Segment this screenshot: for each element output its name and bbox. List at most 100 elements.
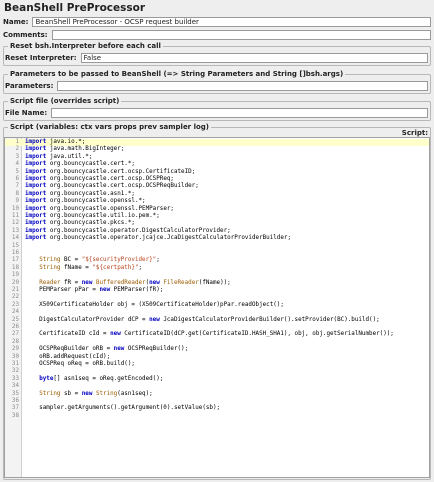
comments-field[interactable]: [51, 30, 431, 40]
file-name-field[interactable]: [51, 108, 428, 118]
reset-interpreter-label: Reset Interpreter:: [5, 54, 77, 62]
code-line[interactable]: 30 oRB.addRequest(cId);: [5, 354, 429, 361]
code-line[interactable]: 35 String sb = new String(asn1seq);: [5, 391, 429, 398]
code-line[interactable]: 4 import org.bouncycastle.cert.*;: [5, 161, 429, 168]
code-text: import org.bouncycastle.cert.ocsp.OCSPRe…: [25, 183, 199, 190]
code-line[interactable]: 24: [5, 309, 429, 316]
code-line[interactable]: 19: [5, 272, 429, 279]
code-line[interactable]: 38: [5, 413, 429, 420]
code-line[interactable]: 5 import org.bouncycastle.cert.ocsp.Certi…: [5, 169, 429, 176]
line-number: 12: [11, 220, 19, 227]
code-line[interactable]: 3 import java.util.*;: [5, 154, 429, 161]
reset-interpreter-legend: Reset bsh.Interpreter before each call: [8, 42, 163, 51]
window-title: BeanShell PreProcessor: [4, 2, 146, 14]
line-number: 28: [11, 338, 19, 345]
line-number: 38: [11, 412, 19, 419]
line-number: 29: [11, 346, 19, 353]
line-number: 4: [15, 161, 19, 168]
code-line[interactable]: 13 import org.bouncycastle.operator.Diges…: [5, 228, 429, 235]
code-text: String BC = "${securityProvider}";: [39, 257, 160, 264]
code-line[interactable]: 34: [5, 383, 429, 390]
line-number: 14: [11, 235, 19, 242]
line-number: 35: [11, 390, 19, 397]
line-number: 33: [11, 375, 19, 382]
comments-row: Comments:: [3, 30, 431, 40]
code-line[interactable]: 1 import java.io.*;: [5, 139, 429, 147]
line-number: 36: [11, 398, 19, 404]
line-number: 21: [11, 287, 19, 293]
code-line[interactable]: 14 import org.bouncycastle.operator.jcajc…: [5, 235, 429, 242]
code-line[interactable]: 36: [5, 398, 429, 405]
code-line[interactable]: 8 import org.bouncycastle.asn1.*;: [5, 191, 429, 198]
line-number: 23: [11, 301, 19, 308]
code-text: import java.io.*;: [25, 139, 86, 145]
code-line[interactable]: 17 String BC = "${securityProvider}";: [5, 257, 429, 264]
code-line[interactable]: 10 import org.bouncycastle.openssl.PEMPar…: [5, 206, 429, 213]
code-line[interactable]: 18 String fName = "${certpath}";: [5, 265, 429, 272]
code-line[interactable]: 33 byte[] asn1seq = oReq.getEncoded();: [5, 376, 429, 383]
code-text: OCSPReqBuilder oRB = new OCSPReqBuilder(…: [25, 346, 189, 353]
line-number: 32: [11, 368, 19, 375]
code-text: String fName = "${certpath}";: [39, 264, 143, 271]
name-field[interactable]: BeanShell PreProcessor - OCSP request bu…: [32, 17, 431, 27]
code-line[interactable]: 21 PEMParser pPar = new PEMParser(fR);: [5, 287, 429, 294]
code-line[interactable]: 22: [5, 294, 429, 301]
code-text: String sb = new String(asn1seq);: [39, 390, 153, 397]
code-line[interactable]: 31 OCSPReq oReq = oRB.build();: [5, 361, 429, 368]
code-line[interactable]: 28: [5, 339, 429, 346]
line-number: 25: [11, 316, 19, 323]
line-number: 2: [15, 146, 19, 153]
reset-interpreter-field[interactable]: False: [80, 53, 428, 63]
code-text: OCSPReq oReq = oRB.build();: [25, 361, 135, 367]
code-line[interactable]: 20 Reader fR = new BufferedReader(new Fi…: [5, 280, 429, 287]
code-text: import org.bouncycastle.pkcs.*;: [25, 220, 135, 227]
code-text: CertificateID cId = new CertificateID(dC…: [25, 331, 394, 338]
line-number: 1: [15, 139, 19, 145]
line-number: 31: [11, 361, 19, 367]
code-line[interactable]: 23 X509CertificateHolder obj = (X509Cert…: [5, 302, 429, 309]
code-line[interactable]: 12 import org.bouncycastle.pkcs.*;: [5, 220, 429, 227]
script-file-group: Script file (overrides script) File Name…: [3, 97, 431, 121]
line-number: 11: [11, 213, 19, 219]
code-line[interactable]: 26: [5, 324, 429, 331]
line-number: 5: [15, 168, 19, 175]
parameters-label: Parameters:: [5, 82, 54, 90]
code-line[interactable]: 15: [5, 243, 429, 250]
comments-label: Comments:: [3, 31, 48, 39]
code-text: import org.bouncycastle.cert.ocsp.OCSPRe…: [25, 176, 174, 182]
code-line[interactable]: 6 import org.bouncycastle.cert.ocsp.OCSPR…: [5, 176, 429, 183]
code-line[interactable]: 27 CertificateID cId = new CertificateID…: [5, 331, 429, 338]
line-number: 18: [11, 264, 19, 271]
code-line[interactable]: 16: [5, 250, 429, 257]
script-editor[interactable]: 1 import java.io.*; 2 import java.math.BigI…: [4, 137, 430, 478]
code-line[interactable]: 32: [5, 368, 429, 375]
code-text: Reader fR = new BufferedReader(new FileR…: [39, 279, 231, 286]
line-number: 17: [11, 257, 19, 264]
line-number: 3: [15, 153, 19, 160]
code-line[interactable]: 25 DigestCalculatorProvider dCP = new Jc…: [5, 317, 429, 324]
code-text: import org.bouncycastle.cert.*;: [25, 161, 135, 168]
line-number: 20: [11, 279, 19, 286]
code-text: X509CertificateHolder obj = (X509Certifi…: [25, 301, 284, 308]
code-line[interactable]: 37 sampler.getArguments().getArgument(0)…: [5, 405, 429, 412]
code-text: sampler.getArguments().getArgument(0).se…: [25, 405, 221, 412]
code-line[interactable]: 9 import org.bouncycastle.openssl.*;: [5, 198, 429, 205]
parameters-group: Parameters to be passed to BeanShell (=>…: [3, 70, 431, 94]
code-line[interactable]: 7 import org.bouncycastle.cert.ocsp.OCSPR…: [5, 183, 429, 190]
code-line[interactable]: 2 import java.math.BigInteger;: [5, 146, 429, 153]
code-text: import org.bouncycastle.util.io.pem.*;: [25, 213, 160, 219]
line-number: 7: [15, 183, 19, 190]
code-line[interactable]: 11 import org.bouncycastle.util.io.pem.*;: [5, 213, 429, 220]
code-line[interactable]: 29 OCSPReqBuilder oRB = new OCSPReqBuild…: [5, 346, 429, 353]
line-number: 13: [11, 227, 19, 234]
name-label: Name:: [3, 18, 29, 26]
code-text: import org.bouncycastle.cert.ocsp.Certif…: [25, 168, 196, 175]
line-number: 26: [11, 324, 19, 330]
code-text: byte[] asn1seq = oReq.getEncoded();: [39, 375, 164, 382]
line-number: 30: [11, 353, 19, 360]
line-number: 15: [11, 242, 19, 249]
script-file-legend: Script file (overrides script): [8, 97, 122, 106]
reset-interpreter-group: Reset bsh.Interpreter before each call R…: [3, 42, 431, 66]
line-number: 34: [11, 383, 19, 390]
parameters-field[interactable]: [57, 81, 428, 91]
